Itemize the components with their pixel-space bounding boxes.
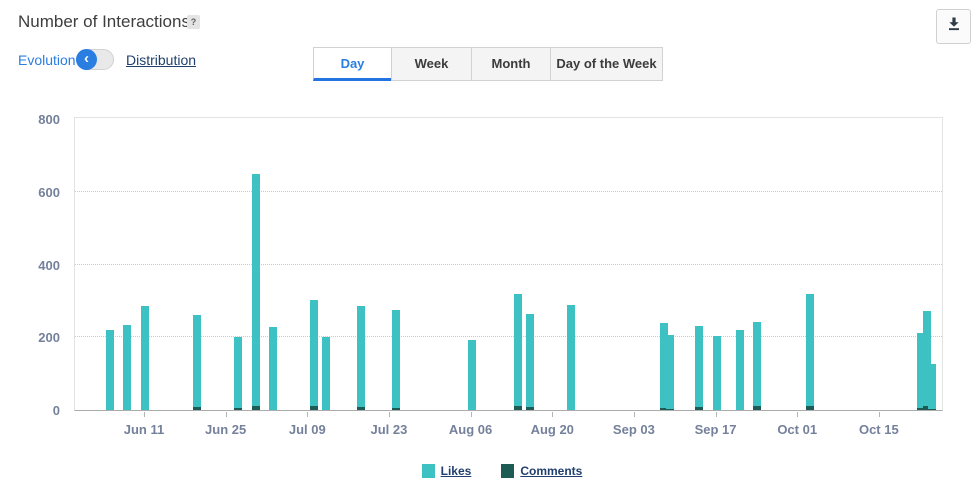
legend-label: Comments: [520, 464, 582, 478]
bar-likes[interactable]: [695, 326, 703, 410]
bar-likes[interactable]: [193, 315, 201, 410]
bar-likes[interactable]: [666, 335, 674, 410]
gridline-600: [75, 191, 942, 192]
x-tick-mark: [797, 412, 798, 417]
plot-area: [74, 117, 943, 411]
x-tick-label: Sep 17: [695, 422, 737, 437]
x-tick-label: Jun 11: [124, 422, 164, 437]
bar-likes[interactable]: [753, 322, 761, 410]
bar-comments[interactable]: [310, 406, 318, 410]
bar-likes[interactable]: [141, 306, 149, 410]
bar-comments[interactable]: [234, 408, 242, 410]
bar-comments[interactable]: [753, 406, 761, 410]
bar-likes[interactable]: [322, 337, 330, 410]
bar-likes[interactable]: [269, 327, 277, 410]
gridline-400: [75, 264, 942, 265]
bar-comments[interactable]: [392, 408, 400, 410]
x-tick-label: Oct 01: [777, 422, 817, 437]
x-tick-label: Sep 03: [613, 422, 655, 437]
x-tick-mark: [471, 412, 472, 417]
x-tick-mark: [307, 412, 308, 417]
bar-likes[interactable]: [468, 340, 476, 410]
chart-legend: Likes Comments: [0, 464, 974, 478]
bar-comments[interactable]: [514, 406, 522, 410]
bar-comments[interactable]: [193, 407, 201, 410]
page-title: Number of Interactions: [18, 12, 190, 32]
chevron-left-icon: ‹: [76, 49, 97, 70]
bar-comments[interactable]: [695, 407, 703, 410]
x-tick-label: Aug 20: [531, 422, 574, 437]
x-tick-mark: [634, 412, 635, 417]
legend-label: Likes: [441, 464, 472, 478]
x-tick-mark: [879, 412, 880, 417]
bar-likes[interactable]: [106, 330, 114, 410]
bar-likes[interactable]: [806, 294, 814, 410]
evolution-distribution-toggle[interactable]: ‹: [76, 49, 114, 70]
bar-comments[interactable]: [666, 409, 674, 410]
x-tick-label: Jul 09: [289, 422, 326, 437]
bar-likes[interactable]: [357, 306, 365, 410]
x-tick-mark: [144, 412, 145, 417]
bar-likes[interactable]: [928, 364, 936, 410]
bar-likes[interactable]: [514, 294, 522, 410]
bar-comments[interactable]: [928, 409, 936, 410]
help-icon[interactable]: ?: [187, 15, 200, 29]
granularity-tabs: DayWeekMonthDay of the Week: [313, 47, 663, 81]
bar-comments[interactable]: [806, 406, 814, 410]
bar-likes[interactable]: [526, 314, 534, 410]
download-button[interactable]: [936, 9, 971, 44]
toggle-option-evolution[interactable]: Evolution: [18, 52, 76, 68]
legend-swatch-comments: [501, 464, 514, 478]
bar-comments[interactable]: [357, 407, 365, 410]
y-tick-label: 400: [0, 258, 60, 273]
bar-likes[interactable]: [736, 330, 744, 410]
toggle-option-distribution[interactable]: Distribution: [126, 52, 196, 68]
y-tick-label: 800: [0, 112, 60, 127]
bar-likes[interactable]: [392, 310, 400, 410]
x-tick-mark: [226, 412, 227, 417]
x-tick-mark: [716, 412, 717, 417]
bar-likes[interactable]: [310, 300, 318, 410]
bar-likes[interactable]: [123, 325, 131, 410]
bar-likes[interactable]: [713, 336, 721, 410]
bar-comments[interactable]: [526, 407, 534, 410]
bar-likes[interactable]: [567, 305, 575, 410]
legend-item-likes[interactable]: Likes: [422, 464, 472, 478]
y-tick-label: 200: [0, 330, 60, 345]
interactions-widget: Number of Interactions ? Evolution ‹ Dis…: [0, 0, 974, 496]
y-tick-label: 600: [0, 185, 60, 200]
legend-swatch-likes: [422, 464, 435, 478]
x-tick-label: Aug 06: [449, 422, 492, 437]
x-tick-label: Jul 23: [371, 422, 408, 437]
tab-day-of-the-week[interactable]: Day of the Week: [550, 47, 663, 81]
tab-month[interactable]: Month: [471, 47, 551, 81]
download-icon: [946, 16, 962, 37]
tab-day[interactable]: Day: [313, 47, 392, 81]
x-tick-label: Oct 15: [859, 422, 899, 437]
x-tick-mark: [552, 412, 553, 417]
x-tick-mark: [389, 412, 390, 417]
legend-item-comments[interactable]: Comments: [501, 464, 582, 478]
y-tick-label: 0: [0, 403, 60, 418]
bar-likes[interactable]: [234, 337, 242, 410]
x-tick-label: Jun 25: [205, 422, 246, 437]
bar-comments[interactable]: [252, 406, 260, 410]
tab-week[interactable]: Week: [391, 47, 472, 81]
bar-likes[interactable]: [252, 174, 260, 410]
